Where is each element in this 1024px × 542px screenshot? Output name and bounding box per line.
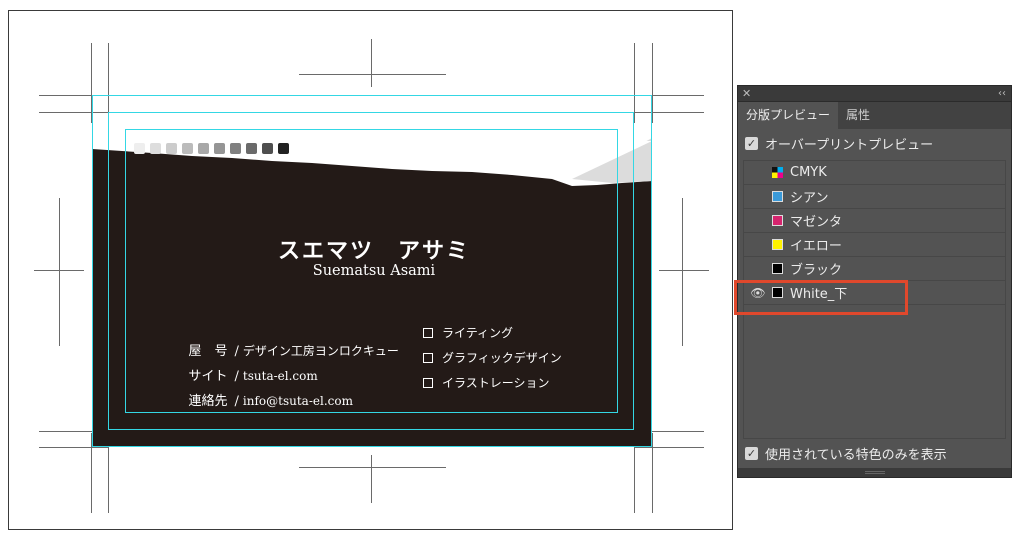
card-name-english: Suematsu Asami bbox=[312, 263, 436, 279]
card-service-item: ライティング bbox=[423, 324, 513, 341]
card-name-japanese: スエマツ アサミ bbox=[277, 238, 470, 264]
annotation-highlight-box bbox=[734, 280, 908, 315]
separation-name: ブラック bbox=[790, 263, 843, 278]
separation-row-magenta[interactable]: マゼンタ bbox=[744, 209, 1005, 233]
service-label: グラフィックデザイン bbox=[442, 351, 562, 365]
close-icon[interactable]: ✕ bbox=[742, 86, 751, 101]
separation-row-cyan[interactable]: シアン bbox=[744, 185, 1005, 209]
spot-only-option[interactable]: ✓ 使用されている特色のみを表示 bbox=[738, 439, 1011, 467]
panel-resize-grip[interactable] bbox=[738, 468, 1011, 477]
info-label: 連絡先 bbox=[188, 394, 228, 409]
register-mark bbox=[371, 455, 372, 503]
crop-mark bbox=[39, 447, 109, 448]
separation-name: シアン bbox=[790, 191, 829, 206]
overprint-label: オーバープリントプレビュー bbox=[765, 137, 934, 153]
tab-attributes[interactable]: 属性 bbox=[838, 102, 878, 129]
register-mark bbox=[371, 39, 372, 87]
register-mark bbox=[34, 270, 84, 271]
separation-name: CMYK bbox=[790, 165, 827, 180]
collapse-icon[interactable]: ‹‹ bbox=[998, 86, 1006, 101]
register-mark bbox=[659, 270, 709, 271]
color-swatch-icon bbox=[772, 191, 783, 202]
separation-name: マゼンタ bbox=[790, 215, 843, 230]
overprint-checkbox[interactable]: ✓ bbox=[745, 136, 758, 150]
separation-row-black[interactable]: ブラック bbox=[744, 257, 1005, 281]
register-mark bbox=[299, 467, 446, 468]
info-separator: / bbox=[234, 394, 239, 409]
panel-tabs: 分版プレビュー 属性 bbox=[738, 102, 1011, 129]
checkbox-square-icon bbox=[423, 352, 433, 363]
service-label: イラストレーション bbox=[442, 376, 550, 390]
card-info-contact: 連絡先 / info@tsuta-el.com bbox=[172, 375, 353, 424]
color-swatch-icon bbox=[772, 239, 783, 250]
checkbox-square-icon bbox=[423, 327, 433, 338]
service-label: ライティング bbox=[442, 326, 514, 340]
register-mark bbox=[59, 198, 60, 346]
panel-titlebar[interactable]: ✕ ‹‹ bbox=[738, 86, 1011, 102]
tab-separations-preview[interactable]: 分版プレビュー bbox=[738, 102, 839, 129]
info-value: info@tsuta-el.com bbox=[242, 394, 353, 408]
separation-row-cmyk[interactable]: CMYK bbox=[744, 161, 1005, 185]
separation-name: イエロー bbox=[790, 239, 842, 254]
crop-mark bbox=[652, 43, 653, 123]
color-swatch-icon bbox=[772, 215, 783, 226]
spot-only-checkbox[interactable]: ✓ bbox=[745, 446, 758, 460]
overprint-preview-option[interactable]: ✓ オーバープリントプレビュー bbox=[738, 129, 1011, 157]
crop-mark bbox=[652, 433, 653, 513]
register-mark bbox=[682, 198, 683, 346]
register-mark bbox=[299, 74, 446, 75]
checkbox-square-icon bbox=[423, 377, 433, 388]
artboard-canvas[interactable]: スエマツ アサミ Suematsu Asami 屋 号 / デザイン工房ヨンロクキュ… bbox=[8, 10, 733, 530]
cmyk-swatch-icon bbox=[772, 167, 783, 178]
card-service-item: グラフィックデザイン bbox=[423, 349, 562, 366]
color-swatch-icon bbox=[772, 263, 783, 274]
card-service-item: イラストレーション bbox=[423, 374, 550, 391]
spot-only-label: 使用されている特色のみを表示 bbox=[765, 447, 947, 463]
crop-mark bbox=[634, 447, 704, 448]
separation-row-yellow[interactable]: イエロー bbox=[744, 233, 1005, 257]
